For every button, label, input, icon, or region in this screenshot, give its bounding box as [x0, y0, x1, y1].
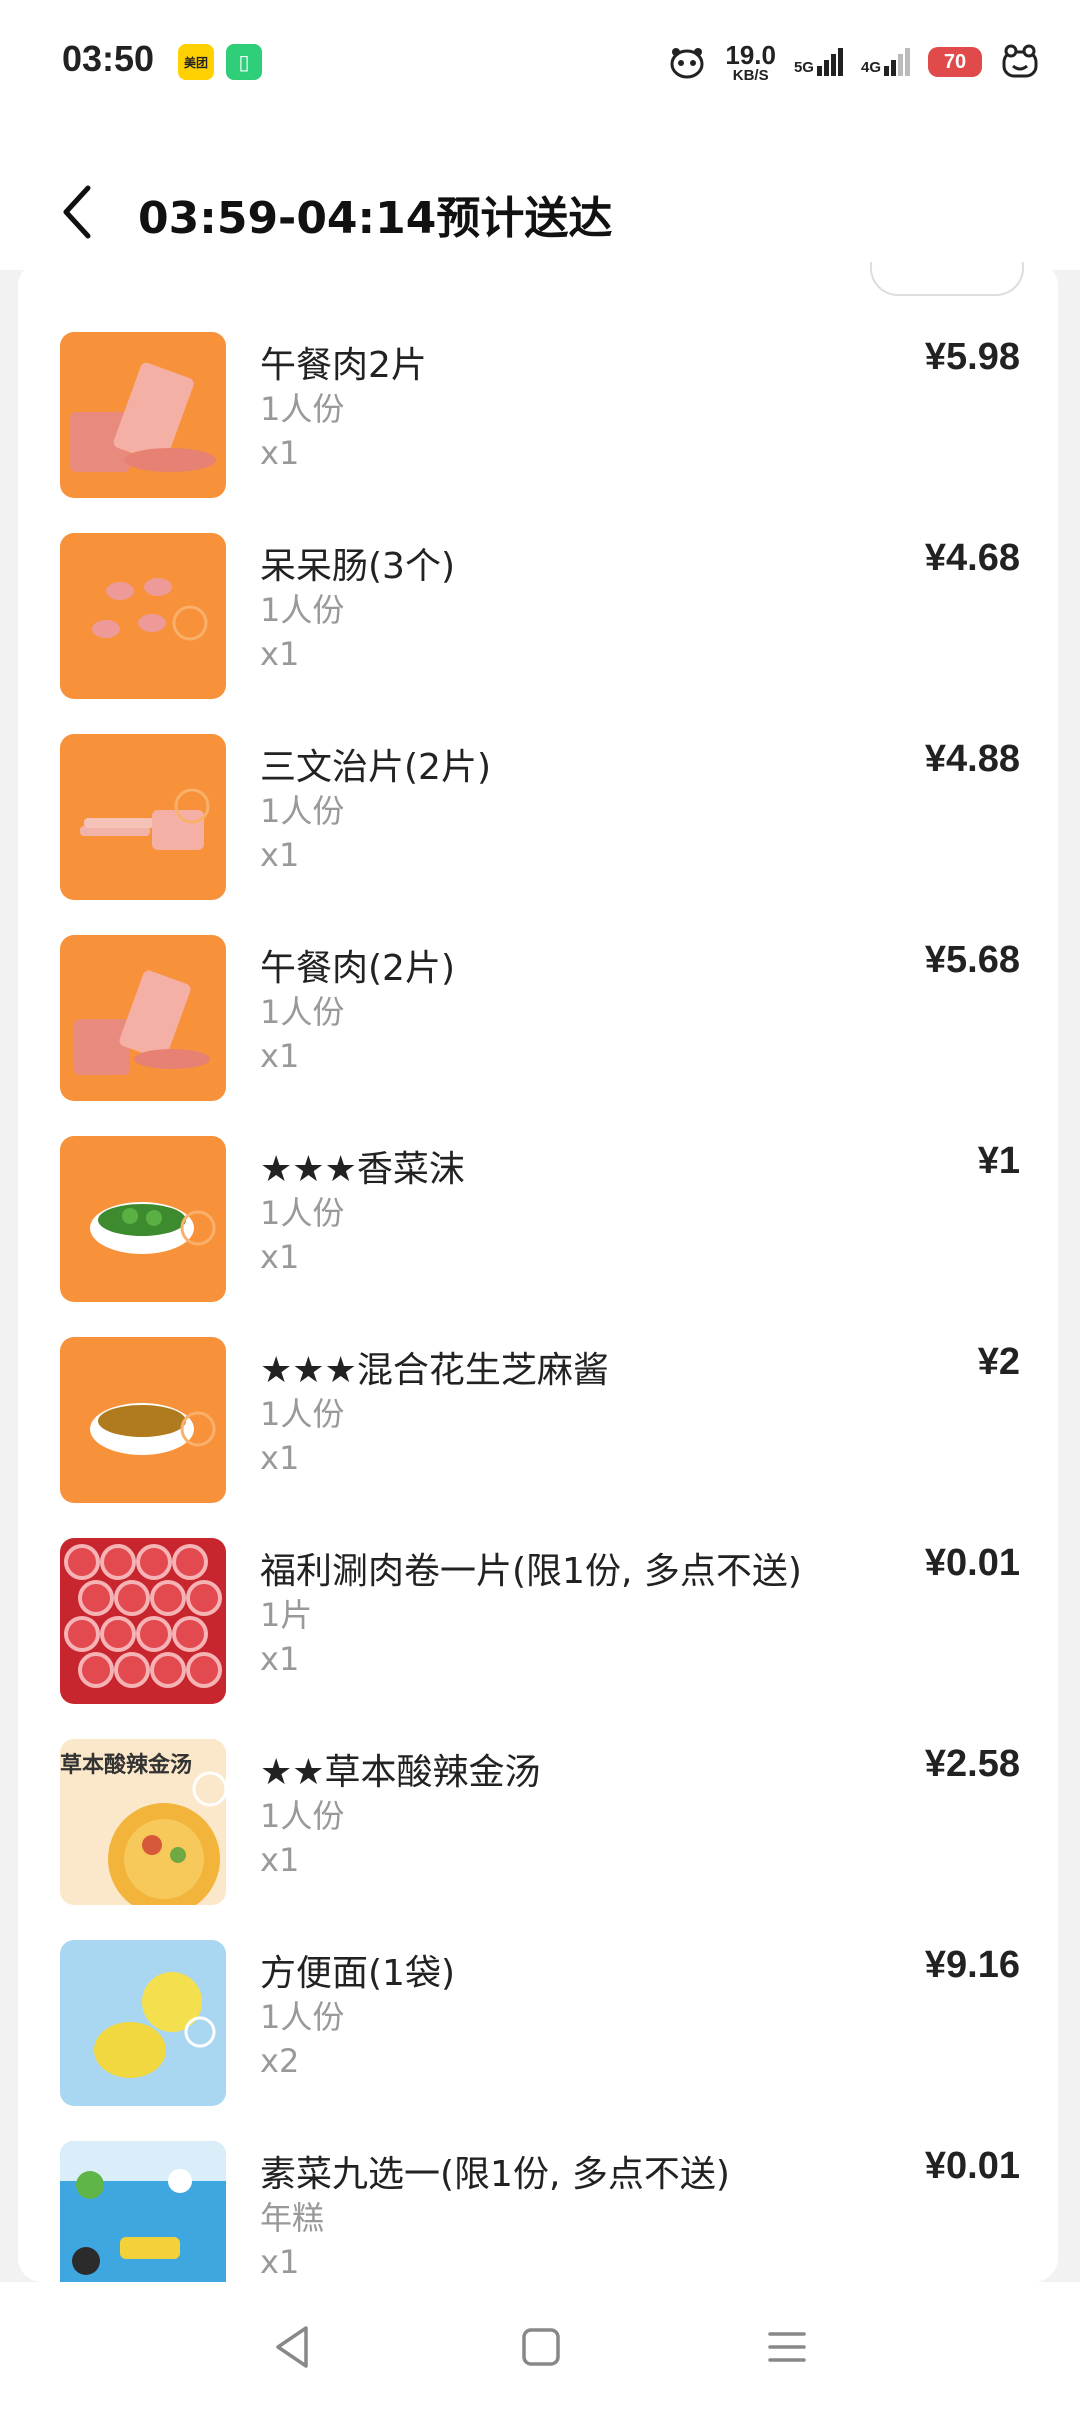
battery-icon: 70 [928, 47, 982, 77]
page-title: 03:59-04:14预计送达 [138, 193, 613, 244]
item-spec: 1人份 [260, 1194, 345, 1232]
network-speed-value: 19.0 [725, 39, 776, 70]
item-spec: 1人份 [260, 792, 345, 830]
list-item[interactable]: ★★★混合花生芝麻酱 1人份 x1 ¥2 [60, 1337, 1020, 1505]
status-bar: 03:50 美团 ▯ 19.0 KB/S 5G 4G 70 [0, 0, 1080, 120]
item-spec: 1人份 [260, 390, 345, 428]
partial-pill-button[interactable] [870, 262, 1024, 296]
list-item[interactable]: 午餐肉2片 1人份 x1 ¥5.98 [60, 332, 1020, 500]
item-quantity: x1 [260, 1640, 300, 1678]
nav-recents-icon[interactable] [760, 2320, 814, 2374]
item-price: ¥1 [977, 1140, 1020, 1182]
sim1-signal-icon: 5G [794, 48, 843, 76]
item-price: ¥5.68 [924, 939, 1020, 981]
item-quantity: x1 [260, 836, 300, 874]
soup-thumbnail-text: 草本酸辣金汤 [60, 1753, 193, 1778]
item-quantity: x1 [260, 2243, 300, 2281]
item-spec: 1片 [260, 1596, 313, 1634]
sandwich-meat-thumbnail [60, 734, 226, 900]
list-item[interactable]: 草本酸辣金汤 ★★草本酸辣金汤 1人份 x1 ¥2.58 [60, 1739, 1020, 1907]
soup-base-thumbnail: 草本酸辣金汤 [60, 1739, 226, 1905]
item-quantity: x1 [260, 1037, 300, 1075]
page-header: 03:59-04:14预计送达 [0, 120, 1080, 270]
item-quantity: x1 [260, 1841, 300, 1879]
vegetables-thumbnail [60, 2141, 226, 2282]
item-price: ¥5.98 [924, 336, 1020, 378]
list-item[interactable]: 方便面(1袋) 1人份 x2 ¥9.16 [60, 1940, 1020, 2108]
list-item[interactable]: 呆呆肠(3个) 1人份 x1 ¥4.68 [60, 533, 1020, 701]
item-name: 呆呆肠(3个) [260, 546, 455, 587]
list-item[interactable]: 午餐肉(2片) 1人份 x1 ¥5.68 [60, 935, 1020, 1103]
item-name: 福利涮肉卷一片(限1份, 多点不送) [260, 1551, 802, 1592]
item-spec: 1人份 [260, 1395, 345, 1433]
item-price: ¥4.88 [924, 738, 1020, 780]
item-name: 午餐肉(2片) [260, 948, 455, 989]
item-price: ¥4.68 [924, 537, 1020, 579]
item-price: ¥9.16 [924, 1944, 1020, 1986]
item-price: ¥0.01 [924, 1542, 1020, 1584]
nav-home-icon[interactable] [514, 2320, 568, 2374]
list-item[interactable]: 三文治片(2片) 1人份 x1 ¥4.88 [60, 734, 1020, 902]
item-price: ¥2.58 [924, 1743, 1020, 1785]
item-name: 三文治片(2片) [260, 747, 491, 788]
luncheon-meat-thumbnail [60, 935, 226, 1101]
item-price: ¥2 [977, 1341, 1020, 1383]
sim1-label: 5G [793, 59, 814, 76]
list-item[interactable]: 素菜九选一(限1份, 多点不送) 年糕 x1 ¥0.01 [60, 2141, 1020, 2282]
item-spec: 年糕 [260, 2199, 325, 2237]
partial-store-row [40, 262, 1040, 298]
item-name: 午餐肉2片 [260, 345, 427, 386]
item-name: ★★★香菜沫 [260, 1149, 465, 1190]
network-speed: 19.0 KB/S [725, 42, 776, 83]
item-spec: 1人份 [260, 993, 345, 1031]
item-quantity: x2 [260, 2042, 300, 2080]
status-indicators: 19.0 KB/S 5G 4G 70 [667, 34, 1040, 90]
item-quantity: x1 [260, 1238, 300, 1276]
system-navigation-bar [0, 2282, 1080, 2412]
sim2-signal-icon: 4G [861, 48, 910, 76]
item-name: ★★★混合花生芝麻酱 [260, 1350, 609, 1391]
item-name: 素菜九选一(限1份, 多点不送) [260, 2154, 730, 2195]
instant-noodles-thumbnail [60, 1940, 226, 2106]
status-time: 03:50 [62, 38, 155, 79]
meat-rolls-thumbnail [60, 1538, 226, 1704]
sausage-thumbnail [60, 533, 226, 699]
mascot-icon [667, 42, 707, 82]
item-quantity: x1 [260, 635, 300, 673]
item-spec: 1人份 [260, 1998, 345, 2036]
luncheon-meat-thumbnail [60, 332, 226, 498]
list-item[interactable]: ★★★香菜沫 1人份 x1 ¥1 [60, 1136, 1020, 1304]
network-speed-unit: KB/S [732, 66, 769, 84]
sesame-sauce-bowl-thumbnail [60, 1337, 226, 1503]
item-price: ¥0.01 [924, 2145, 1020, 2187]
cilantro-bowl-thumbnail [60, 1136, 226, 1302]
item-spec: 1人份 [260, 1797, 345, 1835]
item-name: 方便面(1袋) [260, 1953, 455, 1994]
sim2-label: 4G [860, 59, 881, 76]
meituan-notification-icon: 美团 [178, 44, 214, 80]
item-name: ★★草本酸辣金汤 [260, 1752, 541, 1793]
item-quantity: x1 [260, 1439, 300, 1477]
nav-back-icon[interactable] [266, 2320, 320, 2374]
battery-app-notification-icon: ▯ [226, 44, 262, 80]
list-item[interactable]: 福利涮肉卷一片(限1份, 多点不送) 1片 x1 ¥0.01 [60, 1538, 1020, 1706]
item-spec: 1人份 [260, 591, 345, 629]
item-quantity: x1 [260, 434, 300, 472]
frog-icon [1000, 42, 1040, 82]
back-arrow-icon[interactable] [58, 182, 98, 242]
